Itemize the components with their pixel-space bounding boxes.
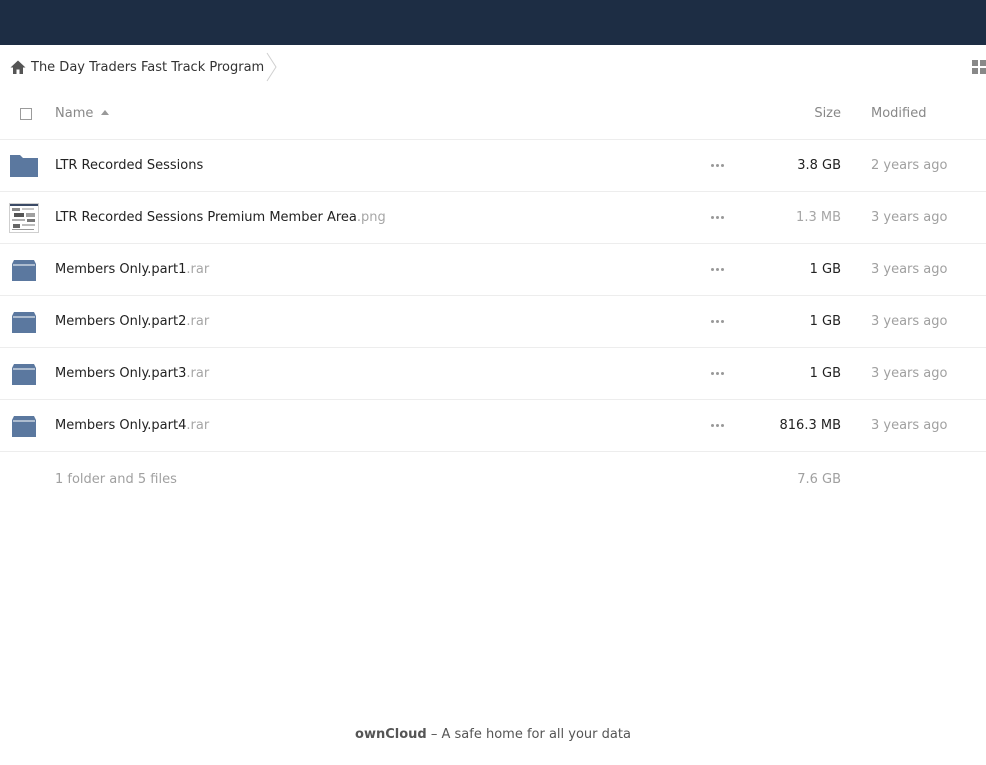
select-all-checkbox[interactable] bbox=[20, 108, 32, 120]
column-header-name-label: Name bbox=[55, 106, 94, 121]
file-actions-menu-button[interactable] bbox=[703, 244, 731, 295]
file-modified: 3 years ago bbox=[871, 418, 948, 433]
footer-brand-link[interactable]: ownCloud bbox=[355, 727, 427, 742]
archive-icon[interactable] bbox=[9, 359, 39, 389]
file-actions-menu-button[interactable] bbox=[703, 348, 731, 399]
file-extension: .rar bbox=[186, 366, 210, 381]
file-name[interactable]: Members Only.part1.rar bbox=[55, 244, 209, 295]
file-size: 1 GB bbox=[809, 314, 841, 329]
file-modified: 3 years ago bbox=[871, 210, 948, 225]
more-options-icon bbox=[710, 164, 724, 167]
file-modified: 3 years ago bbox=[871, 314, 948, 329]
file-size: 816.3 MB bbox=[779, 418, 841, 433]
summary-total-size: 7.6 GB bbox=[797, 472, 841, 487]
file-list: LTR Recorded Sessions 3.8 GB 2 years ago LT… bbox=[0, 140, 986, 452]
column-header-size[interactable]: Size bbox=[814, 89, 841, 139]
archive-icon[interactable] bbox=[9, 307, 39, 337]
file-row[interactable]: LTR Recorded Sessions 3.8 GB 2 years ago bbox=[0, 140, 986, 192]
breadcrumb-current-folder[interactable]: The Day Traders Fast Track Program bbox=[31, 60, 264, 75]
breadcrumb[interactable]: The Day Traders Fast Track Program bbox=[0, 45, 278, 89]
folder-icon[interactable] bbox=[9, 151, 39, 181]
grid-view-toggle-icon[interactable] bbox=[972, 60, 986, 74]
file-row[interactable]: LTR Recorded Sessions Premium Member Are… bbox=[0, 192, 986, 244]
footer: ownCloud – A safe home for all your data bbox=[0, 722, 986, 748]
file-row[interactable]: Members Only.part1.rar 1 GB 3 years ago bbox=[0, 244, 986, 296]
file-modified: 2 years ago bbox=[871, 158, 948, 173]
breadcrumb-separator-icon bbox=[266, 52, 277, 82]
column-header-modified[interactable]: Modified bbox=[871, 89, 926, 139]
file-size: 1.3 MB bbox=[796, 210, 841, 225]
file-name[interactable]: LTR Recorded Sessions bbox=[55, 140, 203, 191]
file-actions-menu-button[interactable] bbox=[703, 192, 731, 243]
file-name[interactable]: Members Only.part3.rar bbox=[55, 348, 209, 399]
file-basename: Members Only.part2 bbox=[55, 314, 187, 329]
file-extension: .rar bbox=[186, 314, 210, 329]
file-basename: LTR Recorded Sessions bbox=[55, 158, 204, 173]
controls-bar: The Day Traders Fast Track Program bbox=[0, 45, 986, 89]
file-modified: 3 years ago bbox=[871, 366, 948, 381]
file-basename: LTR Recorded Sessions Premium Member Are… bbox=[55, 210, 357, 225]
file-row[interactable]: Members Only.part4.rar 816.3 MB 3 years ag… bbox=[0, 400, 986, 452]
file-name[interactable]: LTR Recorded Sessions Premium Member Are… bbox=[55, 192, 386, 243]
file-basename: Members Only.part3 bbox=[55, 366, 187, 381]
more-options-icon bbox=[710, 268, 724, 271]
file-name[interactable]: Members Only.part4.rar bbox=[55, 400, 209, 451]
file-row[interactable]: Members Only.part3.rar 1 GB 3 years ago bbox=[0, 348, 986, 400]
file-extension: .png bbox=[356, 210, 386, 225]
image-thumbnail[interactable] bbox=[9, 203, 39, 233]
file-size: 3.8 GB bbox=[797, 158, 841, 173]
file-list-summary: 1 folder and 5 files 7.6 GB bbox=[0, 458, 986, 502]
home-icon bbox=[10, 59, 26, 75]
more-options-icon bbox=[710, 320, 724, 323]
column-header-name[interactable]: Name bbox=[55, 89, 110, 139]
file-row[interactable]: Members Only.part2.rar 1 GB 3 years ago bbox=[0, 296, 986, 348]
file-extension: .rar bbox=[186, 418, 210, 433]
sort-ascending-icon bbox=[101, 110, 110, 115]
file-basename: Members Only.part4 bbox=[55, 418, 187, 433]
file-actions-menu-button[interactable] bbox=[703, 296, 731, 347]
top-header-bar bbox=[0, 0, 986, 45]
file-size: 1 GB bbox=[809, 262, 841, 277]
more-options-icon bbox=[710, 372, 724, 375]
file-size: 1 GB bbox=[809, 366, 841, 381]
file-name[interactable]: Members Only.part2.rar bbox=[55, 296, 209, 347]
file-actions-menu-button[interactable] bbox=[703, 140, 731, 191]
summary-count: 1 folder and 5 files bbox=[55, 472, 177, 487]
file-list-header: Name Size Modified bbox=[0, 89, 986, 140]
file-extension: .rar bbox=[186, 262, 210, 277]
file-basename: Members Only.part1 bbox=[55, 262, 187, 277]
archive-icon[interactable] bbox=[9, 411, 39, 441]
file-modified: 3 years ago bbox=[871, 262, 948, 277]
footer-tagline: – A safe home for all your data bbox=[426, 727, 631, 742]
archive-icon[interactable] bbox=[9, 255, 39, 285]
more-options-icon bbox=[710, 216, 724, 219]
file-actions-menu-button[interactable] bbox=[703, 400, 731, 451]
more-options-icon bbox=[710, 424, 724, 427]
